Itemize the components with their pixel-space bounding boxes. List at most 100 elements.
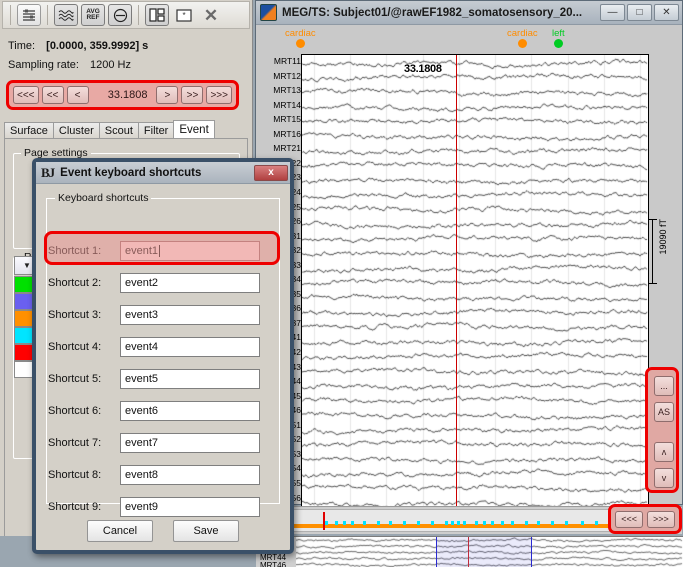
text-caret — [159, 245, 160, 257]
shortcut-5-input[interactable]: event5 — [120, 369, 260, 389]
timeseries-plot[interactable]: 33.1808 — [301, 54, 649, 511]
svg-text:*: * — [182, 11, 185, 20]
shortcut-4-input[interactable]: event4 — [120, 337, 260, 357]
bg-plot-canvas-wrap — [296, 537, 683, 567]
event-marker-left[interactable]: left — [552, 28, 565, 48]
nav-forward-epoch-button[interactable]: >> — [181, 86, 203, 104]
slider-event-tick — [565, 521, 568, 525]
keyboard-shortcuts-group-title: Keyboard shortcuts — [55, 192, 151, 204]
filter-icon[interactable] — [54, 4, 78, 26]
shortcut-3-input[interactable]: event3 — [120, 305, 260, 325]
layout-columns-icon[interactable] — [145, 4, 169, 26]
nav-forward-sample-button[interactable]: > — [156, 86, 178, 104]
shortcut-2-input[interactable]: event2 — [120, 273, 260, 293]
channel-label[interactable]: MRT11 — [274, 57, 301, 65]
sampling-rate-row: Sampling rate: 1200 Hz — [8, 59, 148, 71]
matlab-logo-icon — [260, 4, 277, 21]
dialog-titlebar: BJ Event keyboard shortcuts x — [36, 162, 290, 184]
sampling-rate-value: 1200 Hz — [90, 59, 131, 71]
event-marker-cardiac-2[interactable]: cardiac — [507, 28, 538, 48]
slider-event-tick — [403, 521, 406, 525]
slider-event-tick — [457, 521, 460, 525]
shortcut-8-input[interactable]: event8 — [120, 465, 260, 485]
remove-dc-offset-icon[interactable] — [108, 4, 132, 26]
shortcut-row-4: Shortcut 4: event4 — [48, 336, 260, 358]
auto-scale-button[interactable]: AS — [654, 402, 674, 422]
background-timeseries-window: MRT42 MRT43 MRT44 MRT46 — [256, 536, 683, 567]
avg-ref-icon[interactable]: AVGREF — [81, 4, 105, 26]
event-marker-cardiac-1[interactable]: cardiac — [285, 28, 316, 48]
montage-editor-icon[interactable] — [17, 4, 41, 26]
slider-event-tick — [343, 521, 346, 525]
slider-event-tick — [537, 521, 540, 525]
channel-label[interactable]: MRT12 — [273, 72, 301, 80]
channel-label[interactable]: MRT21 — [273, 144, 301, 152]
save-button[interactable]: Save — [173, 520, 239, 542]
brainstorm-logo-icon: BJ — [41, 165, 54, 181]
recording-info: Time: [0.0000, 359.9992] s Sampling rate… — [8, 40, 148, 78]
nav-forward-page-button[interactable]: >>> — [206, 86, 232, 104]
dialog-button-row: Cancel Save — [36, 520, 290, 546]
scroll-up-button[interactable]: ʌ — [654, 442, 674, 462]
nav-back-page-button[interactable]: <<< — [13, 86, 39, 104]
slider-event-tick — [377, 521, 380, 525]
channel-label[interactable]: MRT15 — [273, 115, 301, 123]
shortcut-8-label: Shortcut 8: — [48, 469, 120, 481]
slider-event-tick — [389, 521, 392, 525]
scale-bar — [652, 219, 653, 283]
more-options-button[interactable]: ... — [654, 376, 674, 396]
snapshot-icon[interactable]: * — [172, 4, 196, 26]
event-dot-icon — [296, 39, 305, 48]
shortcut-6-value: event6 — [125, 405, 158, 417]
meg-window-titlebar: MEG/TS: Subject01/@rawEF1982_somatosenso… — [256, 1, 682, 25]
scroll-down-button[interactable]: v — [654, 468, 674, 488]
shortcut-row-1: Shortcut 1: event1 — [48, 240, 260, 262]
amplitude-scale-indicator: 19090 fT — [650, 211, 680, 341]
event-label: left — [552, 28, 565, 39]
time-cursor-line[interactable] — [456, 55, 457, 510]
bg-channel-label: MRT46 — [260, 562, 286, 567]
maximize-button[interactable]: □ — [627, 4, 652, 21]
shortcut-2-label: Shortcut 2: — [48, 277, 120, 289]
slider-event-tick — [431, 521, 434, 525]
meg-timeseries-window: MEG/TS: Subject01/@rawEF1982_somatosenso… — [255, 0, 683, 505]
shortcut-4-label: Shortcut 4: — [48, 341, 120, 353]
tab-cluster[interactable]: Cluster — [53, 122, 100, 139]
shortcut-9-input[interactable]: event9 — [120, 497, 260, 517]
channel-label[interactable]: MRT16 — [273, 130, 301, 138]
minimize-button[interactable]: — — [600, 4, 625, 21]
slider-nav-forward-button[interactable]: >>> — [647, 511, 675, 528]
toolbar-separator — [10, 5, 11, 25]
close-button[interactable]: ✕ — [654, 4, 679, 21]
shortcut-6-input[interactable]: event6 — [120, 401, 260, 421]
time-slider-track[interactable] — [284, 509, 644, 532]
tab-scout[interactable]: Scout — [99, 122, 139, 139]
tab-filter[interactable]: Filter — [138, 122, 174, 139]
tab-event[interactable]: Event — [173, 120, 214, 139]
tab-surface[interactable]: Surface — [4, 122, 54, 139]
slider-nav-back-button[interactable]: <<< — [615, 511, 643, 528]
close-icon[interactable]: ✕ — [199, 4, 223, 26]
shortcut-5-label: Shortcut 5: — [48, 373, 120, 385]
shortcut-row-7: Shortcut 7: event7 — [48, 432, 260, 454]
channel-label[interactable]: MRT13 — [273, 86, 301, 94]
nav-back-sample-button[interactable]: < — [67, 86, 89, 104]
channel-label[interactable]: MRT14 — [273, 101, 301, 109]
shortcut-1-input[interactable]: event1 — [120, 241, 260, 261]
nav-back-epoch-button[interactable]: << — [42, 86, 64, 104]
slider-event-tick — [551, 521, 554, 525]
shortcut-6-label: Shortcut 6: — [48, 405, 120, 417]
meg-waveform-canvas — [302, 55, 648, 510]
time-value: [0.0000, 359.9992] s — [46, 40, 148, 52]
shortcut-row-5: Shortcut 5: event5 — [48, 368, 260, 390]
shortcut-7-input[interactable]: event7 — [120, 433, 260, 453]
dialog-close-button[interactable]: x — [254, 165, 288, 181]
shortcut-7-value: event7 — [125, 437, 158, 449]
shortcut-8-value: event8 — [125, 469, 158, 481]
shortcut-1-label: Shortcut 1: — [48, 245, 120, 257]
slider-event-tick — [463, 521, 466, 525]
slider-event-tick — [501, 521, 504, 525]
cancel-button[interactable]: Cancel — [87, 520, 153, 542]
scale-cap-top — [648, 219, 657, 220]
meg-window-title: MEG/TS: Subject01/@rawEF1982_somatosenso… — [282, 7, 600, 19]
